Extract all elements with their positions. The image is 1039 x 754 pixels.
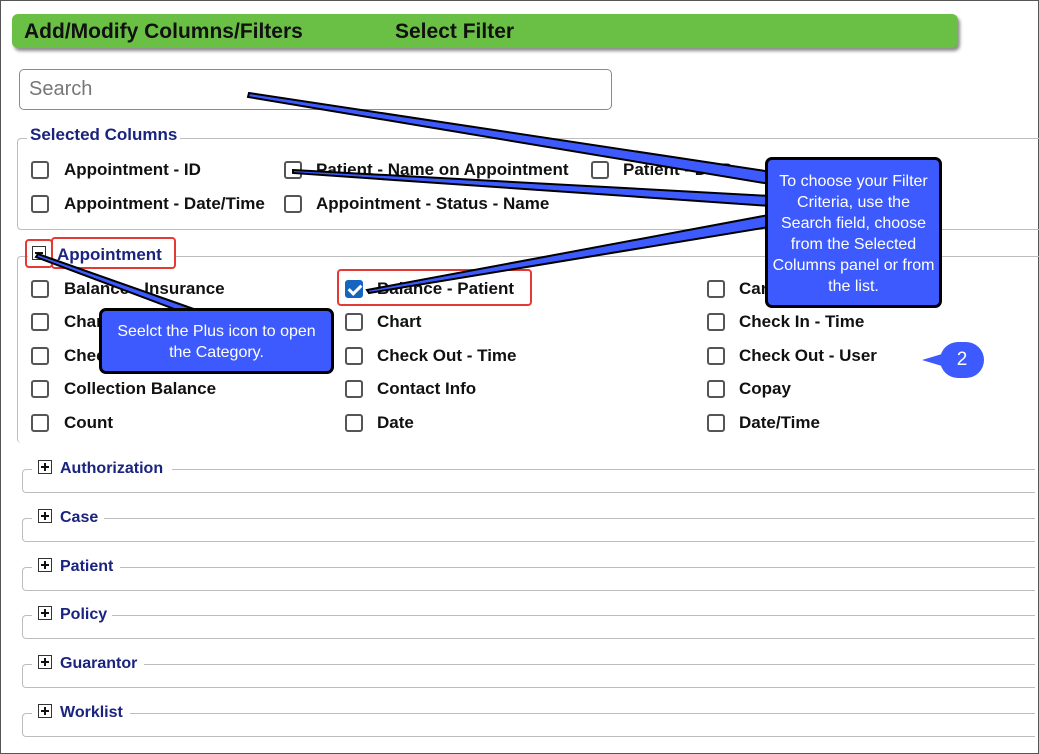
checkbox-check-in-time[interactable] bbox=[707, 313, 725, 331]
appointment-field-label: Count bbox=[64, 413, 114, 432]
header-bar: Add/Modify Columns/Filters Select Filter bbox=[12, 14, 958, 48]
checkbox-contact-info[interactable] bbox=[345, 380, 363, 398]
step-marker: 2 bbox=[922, 342, 984, 378]
appointment-field-label: Collection Balance bbox=[64, 379, 217, 398]
checkbox-charge[interactable] bbox=[31, 313, 49, 331]
category-legend-guarantor[interactable]: Guarantor bbox=[60, 655, 140, 673]
selected-column-label: Appointment - Status - Name bbox=[316, 194, 550, 213]
category-panel-case bbox=[22, 518, 1035, 542]
search-input[interactable] bbox=[19, 69, 612, 110]
category-legend-authorization[interactable]: Authorization bbox=[60, 460, 166, 478]
checkbox-appointment-id[interactable] bbox=[31, 161, 49, 179]
checkbox-count[interactable] bbox=[31, 414, 49, 432]
selected-column-label: Patient - Name on Appointment bbox=[316, 160, 569, 179]
category-panel-policy bbox=[22, 615, 1035, 639]
selected-column-label: Appointment - ID bbox=[64, 160, 201, 179]
expand-plus-icon[interactable] bbox=[38, 509, 52, 523]
appointment-field-label: Date/Time bbox=[739, 413, 820, 432]
category-legend-patient[interactable]: Patient bbox=[60, 558, 116, 576]
expand-plus-icon[interactable] bbox=[38, 704, 52, 718]
checkbox-appointment-date-time[interactable] bbox=[31, 195, 49, 213]
expand-plus-icon[interactable] bbox=[38, 606, 52, 620]
appointment-field-label: Balance - Insurance bbox=[64, 279, 225, 298]
category-legend-worklist[interactable]: Worklist bbox=[60, 704, 125, 722]
appointment-field-label: Check In - Time bbox=[739, 312, 865, 331]
appointment-field-label: Check Out - User bbox=[739, 346, 877, 365]
checkbox-check-out-user[interactable] bbox=[707, 347, 725, 365]
category-legend-case[interactable]: Case bbox=[60, 509, 101, 527]
appointment-highlight-box bbox=[51, 237, 176, 269]
checkbox-check-out-time[interactable] bbox=[345, 347, 363, 365]
plus-icon-callout: Seelct the Plus icon to open the Categor… bbox=[99, 308, 334, 374]
appointment-field-label: Date bbox=[377, 413, 414, 432]
category-legend-policy[interactable]: Policy bbox=[60, 606, 110, 624]
category-panel-guarantor bbox=[22, 664, 1035, 688]
category-panel-patient bbox=[22, 567, 1035, 591]
balance-patient-highlight-box bbox=[337, 269, 532, 306]
checkbox-check-in-user[interactable] bbox=[31, 347, 49, 365]
checkbox-appointment-status-name[interactable] bbox=[284, 195, 302, 213]
appointment-field-label: Copay bbox=[739, 379, 791, 398]
checkbox-cancel[interactable] bbox=[707, 280, 725, 298]
header-title: Add/Modify Columns/Filters bbox=[24, 20, 303, 43]
category-panel-worklist bbox=[22, 713, 1035, 737]
appointment-field-label: Chart bbox=[377, 312, 422, 331]
selected-columns-legend: Selected Columns bbox=[27, 125, 181, 145]
selected-column-label: Patient - DOB bbox=[623, 160, 733, 179]
checkbox-balance-insurance[interactable] bbox=[31, 280, 49, 298]
checkbox-collection-balance[interactable] bbox=[31, 380, 49, 398]
checkbox-chart[interactable] bbox=[345, 313, 363, 331]
appointment-field-label: Contact Info bbox=[377, 379, 477, 398]
expand-plus-icon[interactable] bbox=[38, 558, 52, 572]
category-panel-authorization bbox=[22, 469, 1035, 493]
expand-plus-icon[interactable] bbox=[38, 655, 52, 669]
filter-criteria-callout: To choose your Filter Criteria, use the … bbox=[765, 157, 942, 308]
checkbox-patient-dob[interactable] bbox=[591, 161, 609, 179]
selected-column-label: Appointment - Date/Time bbox=[64, 194, 265, 213]
appointment-field-label: Check Out - Time bbox=[377, 346, 517, 365]
checkbox-date-time[interactable] bbox=[707, 414, 725, 432]
checkbox-date[interactable] bbox=[345, 414, 363, 432]
header-subtitle: Select Filter bbox=[395, 20, 515, 43]
checkbox-copay[interactable] bbox=[707, 380, 725, 398]
minus-highlight-box bbox=[25, 239, 53, 268]
checkbox-patient-name-on-appointment[interactable] bbox=[284, 161, 302, 179]
expand-plus-icon[interactable] bbox=[38, 460, 52, 474]
